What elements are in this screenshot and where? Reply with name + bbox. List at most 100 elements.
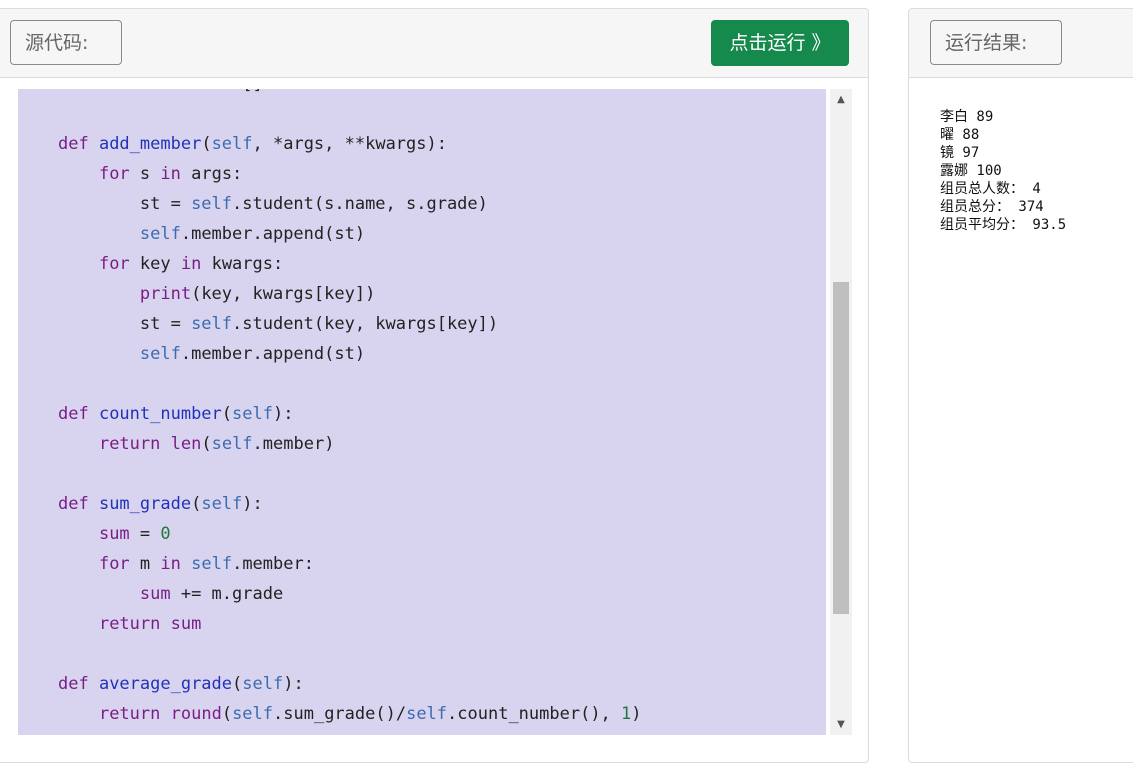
- code-token: sum: [170, 614, 202, 634]
- code-token: ):: [242, 494, 263, 514]
- code-token: ):: [272, 404, 294, 424]
- run-button[interactable]: 点击运行 》: [711, 20, 849, 66]
- code-token: def: [58, 404, 99, 424]
- code-token: .member.append(st): [180, 224, 366, 244]
- code-token: def: [58, 134, 99, 154]
- code-token: .sum_grade()/: [273, 704, 407, 724]
- output-panel-header: 运行结果:: [909, 9, 1133, 78]
- code-token: , *args, **kwargs):: [252, 134, 447, 154]
- code-line[interactable]: [18, 369, 642, 399]
- code-line[interactable]: sum = 0: [18, 519, 642, 549]
- code-token: def: [58, 674, 99, 694]
- code-line[interactable]: [18, 459, 642, 489]
- code-token: (key, kwargs[key]): [191, 284, 376, 304]
- code-token: .member): [252, 434, 335, 454]
- code-token: 1: [621, 704, 632, 724]
- code-line[interactable]: print(key, kwargs[key]): [18, 279, 642, 309]
- code-token: len: [170, 434, 202, 454]
- output-label: 运行结果:: [930, 20, 1062, 65]
- code-token: self: [99, 89, 140, 94]
- editor-scrollbar[interactable]: ▲ ▼: [830, 89, 852, 735]
- code-token: in: [180, 254, 202, 274]
- code-token: .count_number(),: [447, 704, 622, 724]
- code-token: sum: [139, 584, 171, 604]
- code-token: sum_grade: [98, 494, 192, 514]
- code-token: average_grade: [98, 674, 233, 694]
- code-token: .student(key, kwargs[key]): [232, 314, 499, 334]
- source-panel-header: 源代码: 点击运行 》: [0, 9, 868, 78]
- code-line[interactable]: [18, 99, 642, 129]
- code-token: s: [129, 164, 161, 184]
- code-token: (: [232, 674, 243, 694]
- code-token: round: [170, 704, 222, 724]
- code-token: sum: [98, 524, 130, 544]
- code-token: self: [139, 344, 181, 364]
- code-token: += m.grade: [170, 584, 284, 604]
- code-line[interactable]: return round(self.sum_grade()/self.count…: [18, 699, 642, 729]
- code-token: self: [211, 134, 253, 154]
- code-token: self: [232, 404, 273, 424]
- code-line[interactable]: def add_member(self, *args, **kwargs):: [18, 129, 642, 159]
- code-token: self: [191, 314, 233, 334]
- code-token: self: [191, 554, 233, 574]
- code-token: return: [98, 704, 161, 724]
- code-line[interactable]: st = self.student(key, kwargs[key]): [18, 309, 642, 339]
- code-token: m: [129, 554, 161, 574]
- code-line[interactable]: for m in self.member:: [18, 549, 642, 579]
- code-token: self: [232, 704, 274, 724]
- code-line[interactable]: for key in kwargs:: [18, 249, 642, 279]
- code-token: in: [160, 554, 181, 574]
- code-token: st =: [58, 194, 192, 214]
- code-line[interactable]: return sum: [18, 609, 642, 639]
- code-token: self: [242, 674, 284, 694]
- code-line[interactable]: def sum_grade(self):: [18, 489, 642, 519]
- code-line[interactable]: for s in args:: [18, 159, 642, 189]
- code-content[interactable]: self.member = [] def add_member(self, *a…: [18, 89, 642, 729]
- code-editor[interactable]: self.member = [] def add_member(self, *a…: [18, 89, 826, 735]
- code-token: self: [201, 494, 243, 514]
- code-token: self: [139, 224, 181, 244]
- scroll-up-arrow-icon[interactable]: ▲: [830, 89, 852, 109]
- code-token: .member.append(st): [180, 344, 366, 364]
- code-line[interactable]: sum += m.grade: [18, 579, 642, 609]
- code-line[interactable]: st = self.student(s.name, s.grade): [18, 189, 642, 219]
- code-token: (: [201, 134, 212, 154]
- code-token: ): [631, 704, 642, 724]
- scrollbar-thumb[interactable]: [833, 281, 849, 614]
- code-line[interactable]: self.member = []: [18, 89, 642, 99]
- output-panel: 运行结果: 李白 89 曜 88 镜 97 露娜 100 组员总人数： 4 组员…: [908, 8, 1133, 763]
- code-line[interactable]: def count_number(self):: [18, 399, 642, 429]
- code-token: self: [211, 434, 253, 454]
- code-token: for: [98, 164, 130, 184]
- code-line[interactable]: def average_grade(self):: [18, 669, 642, 699]
- code-token: (: [221, 404, 233, 424]
- output-text: 李白 89 曜 88 镜 97 露娜 100 组员总人数： 4 组员总分： 37…: [940, 109, 1067, 233]
- code-token: 0: [160, 524, 171, 544]
- code-token: self: [406, 704, 448, 724]
- code-token: (: [191, 494, 202, 514]
- code-token: .member = []: [140, 89, 263, 94]
- code-token: key: [129, 254, 181, 274]
- code-line[interactable]: return len(self.member): [18, 429, 642, 459]
- code-token: count_number: [98, 404, 222, 424]
- code-line[interactable]: [18, 639, 642, 669]
- scroll-down-arrow-icon[interactable]: ▼: [830, 715, 852, 735]
- code-token: st =: [58, 314, 192, 334]
- code-token: .student(s.name, s.grade): [232, 194, 488, 214]
- code-token: add_member: [98, 134, 202, 154]
- code-line[interactable]: self.member.append(st): [18, 339, 642, 369]
- code-line[interactable]: self.member.append(st): [18, 219, 642, 249]
- code-token: (: [201, 434, 212, 454]
- code-token: for: [98, 554, 130, 574]
- code-token: print: [139, 284, 192, 304]
